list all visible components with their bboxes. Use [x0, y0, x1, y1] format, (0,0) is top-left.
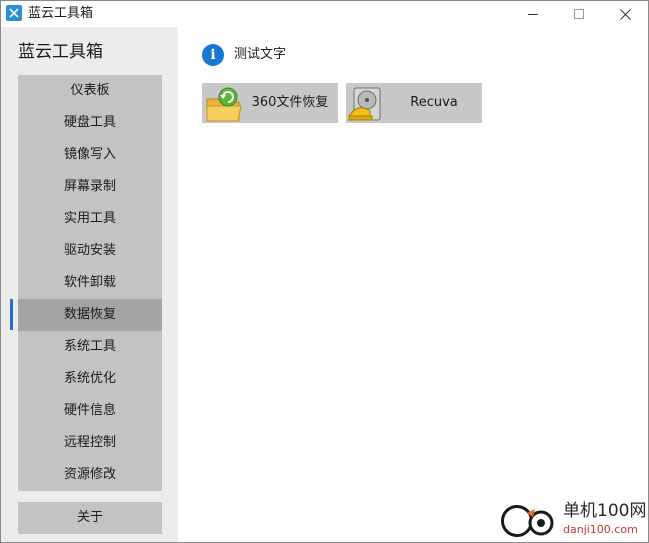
nav-item-system-optimize[interactable]: 系统优化	[18, 363, 162, 395]
nav-item-system-tools[interactable]: 系统工具	[18, 331, 162, 363]
watermark-logo: 单机100网 danji100.com	[497, 497, 649, 543]
maximize-button[interactable]	[556, 1, 602, 27]
close-icon	[619, 8, 631, 20]
nav-item-hardware-info[interactable]: 硬件信息	[18, 395, 162, 427]
nav-item-disk-tools[interactable]: 硬盘工具	[18, 107, 162, 139]
recuva-disk-icon	[348, 87, 381, 121]
minimize-icon	[528, 14, 538, 15]
folder-restore-icon	[206, 87, 242, 122]
nav-item-screen-record[interactable]: 屏幕录制	[18, 171, 162, 203]
tool-button-360-recovery[interactable]: 360文件恢复	[202, 83, 338, 123]
minimize-button[interactable]	[510, 1, 556, 27]
nav-item-resource-edit[interactable]: 资源修改	[18, 459, 162, 491]
tool-label: Recuva	[410, 95, 458, 110]
nav-list: 仪表板 硬盘工具 镜像写入 屏幕录制 实用工具 驱动安装 软件卸载 数据恢复 系…	[18, 75, 162, 491]
nav-item-image-write[interactable]: 镜像写入	[18, 139, 162, 171]
nav-item-uninstall[interactable]: 软件卸载	[18, 267, 162, 299]
sidebar: 蓝云工具箱 仪表板 硬盘工具 镜像写入 屏幕录制 实用工具 驱动安装 软件卸载 …	[1, 27, 178, 542]
info-icon: i	[202, 44, 224, 66]
nav-item-driver-install[interactable]: 驱动安装	[18, 235, 162, 267]
tool-button-recuva[interactable]: Recuva	[346, 83, 482, 123]
app-window: 蓝云工具箱 蓝云工具箱 仪表板 硬盘工具 镜像写入 屏幕录制 实用工具 驱动安装…	[0, 0, 649, 543]
tool-label: 360文件恢复	[251, 95, 329, 110]
sidebar-title: 蓝云工具箱	[18, 42, 103, 62]
watermark-mascot-icon	[527, 509, 554, 536]
window-title: 蓝云工具箱	[28, 6, 94, 21]
app-icon	[6, 5, 22, 21]
nav-item-data-recovery[interactable]: 数据恢复	[18, 299, 162, 331]
about-button[interactable]: 关于	[18, 502, 162, 534]
watermark-name: 单机100网	[563, 501, 647, 521]
info-text: 测试文字	[234, 47, 287, 62]
nav-item-remote-control[interactable]: 远程控制	[18, 427, 162, 459]
watermark-url: danji100.com	[563, 523, 638, 536]
maximize-icon	[574, 9, 584, 19]
nav-item-utilities[interactable]: 实用工具	[18, 203, 162, 235]
close-button[interactable]	[602, 1, 648, 27]
active-indicator	[10, 299, 13, 330]
nav-item-dashboard[interactable]: 仪表板	[18, 75, 162, 107]
title-bar[interactable]: 蓝云工具箱	[1, 1, 648, 27]
